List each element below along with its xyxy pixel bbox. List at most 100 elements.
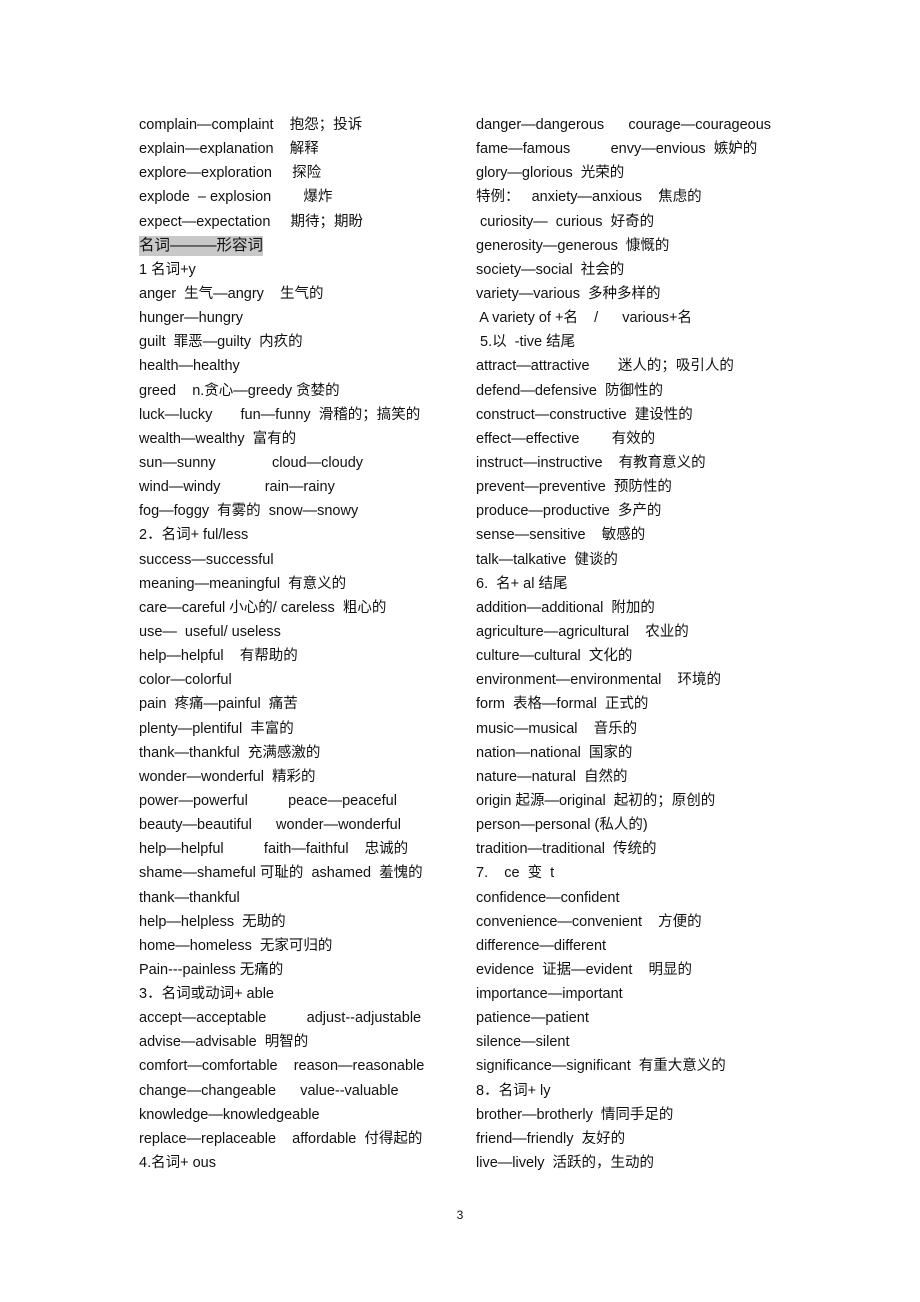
word-line: importance—important: [476, 982, 816, 1006]
word-line: 1 名词+y: [139, 258, 469, 282]
word-line: thank—thankful 充满感激的: [139, 741, 469, 765]
word-line: use— useful/ useless: [139, 620, 469, 644]
word-line: patience—patient: [476, 1006, 816, 1030]
word-line: attract—attractive 迷人的；吸引人的: [476, 354, 816, 378]
line-text: home—homeless 无家可归的: [139, 937, 333, 954]
line-text: sun—sunny cloud—cloudy: [139, 454, 364, 471]
word-line: 特例： anxiety—anxious 焦虑的: [476, 185, 816, 209]
word-line: origin 起源—original 起初的；原创的: [476, 789, 816, 813]
line-text: confidence—confident: [476, 889, 620, 906]
word-line: prevent—preventive 预防性的: [476, 475, 816, 499]
word-line: talk—talkative 健谈的: [476, 548, 816, 572]
word-line: difference—different: [476, 934, 816, 958]
line-text: health—healthy: [139, 358, 240, 375]
word-line: expect—expectation 期待；期盼: [139, 210, 469, 234]
word-line: convenience—convenient 方便的: [476, 910, 816, 934]
line-text: music—musical 音乐的: [476, 720, 638, 737]
word-line: 7. ce 变 t: [476, 861, 816, 885]
line-text: importance—important: [476, 986, 623, 1003]
line-text: 特例： anxiety—anxious 焦虑的: [476, 189, 702, 206]
line-text: person—personal (私人的): [476, 817, 648, 834]
word-line: fame—famous envy—envious 嫉妒的: [476, 137, 816, 161]
line-text: prevent—preventive 预防性的: [476, 479, 672, 496]
word-line: fog—foggy 有雾的 snow—snowy: [139, 499, 469, 523]
line-text: use— useful/ useless: [139, 623, 281, 640]
word-line: person—personal (私人的): [476, 813, 816, 837]
line-text: patience—patient: [476, 1010, 589, 1027]
line-text: shame—shameful 可耻的 ashamed 羞愧的: [139, 865, 423, 882]
line-text: 5.以 -tive 结尾: [476, 334, 576, 351]
word-line: wind—windy rain—rainy: [139, 475, 469, 499]
line-text: 1 名词+y: [139, 261, 196, 278]
word-line: produce—productive 多产的: [476, 499, 816, 523]
word-line: comfort—comfortable reason—reasonable: [139, 1054, 469, 1078]
highlighted-heading-text: 名词———形容词: [139, 235, 264, 256]
word-line: 6. 名+ al 结尾: [476, 572, 816, 596]
word-line: agriculture—agricultural 农业的: [476, 620, 816, 644]
line-text: anger 生气—angry 生气的: [139, 285, 324, 302]
line-text: evidence 证据—evident 明显的: [476, 961, 692, 978]
line-text: expect—expectation 期待；期盼: [139, 213, 364, 230]
word-line: environment—environmental 环境的: [476, 668, 816, 692]
line-text: significance—significant 有重大意义的: [476, 1058, 726, 1075]
line-text: plenty—plentiful 丰富的: [139, 720, 294, 737]
line-text: tradition—traditional 传统的: [476, 841, 657, 858]
line-text: fog—foggy 有雾的 snow—snowy: [139, 503, 359, 520]
word-line: form 表格—formal 正式的: [476, 692, 816, 716]
word-line: A variety of +名 / various+名: [476, 306, 816, 330]
line-text: guilt 罪恶—guilty 内疚的: [139, 334, 303, 351]
line-text: power—powerful peace—peaceful: [139, 792, 397, 809]
word-line: nation—national 国家的: [476, 741, 816, 765]
line-text: comfort—comfortable reason—reasonable: [139, 1058, 425, 1075]
line-text: Pain---painless 无痛的: [139, 961, 284, 978]
line-text: help—helpful 有帮助的: [139, 648, 298, 665]
word-line: construct—constructive 建设性的: [476, 403, 816, 427]
word-line: accept—acceptable adjust--adjustable: [139, 1006, 469, 1030]
line-text: instruct—instructive 有教育意义的: [476, 454, 706, 471]
word-line: wonder—wonderful 精彩的: [139, 765, 469, 789]
line-text: generosity—generous 慷慨的: [476, 237, 670, 254]
word-line: 8．名词+ ly: [476, 1079, 816, 1103]
word-line: pain 疼痛—painful 痛苦: [139, 692, 469, 716]
word-line: meaning—meaningful 有意义的: [139, 572, 469, 596]
word-line: help—helpful 有帮助的: [139, 644, 469, 668]
word-line: health—healthy: [139, 354, 469, 378]
word-line: silence—silent: [476, 1030, 816, 1054]
line-text: replace—replaceable affordable 付得起的: [139, 1130, 423, 1147]
word-line: explore—exploration 探险: [139, 161, 469, 185]
line-text: advise—advisable 明智的: [139, 1034, 309, 1051]
word-line: sense—sensitive 敏感的: [476, 523, 816, 547]
section-heading: 名词———形容词: [139, 234, 469, 258]
word-line: danger—dangerous courage—courageous: [476, 113, 816, 137]
word-line: instruct—instructive 有教育意义的: [476, 451, 816, 475]
line-text: produce—productive 多产的: [476, 503, 662, 520]
line-text: attract—attractive 迷人的；吸引人的: [476, 358, 734, 375]
word-line: luck—lucky fun—funny 滑稽的；搞笑的: [139, 403, 469, 427]
line-text: 2．名词+ ful/less: [139, 527, 249, 544]
word-line: defend—defensive 防御性的: [476, 379, 816, 403]
word-line: explain—explanation 解释: [139, 137, 469, 161]
line-text: complain—complaint 抱怨；投诉: [139, 117, 363, 133]
line-text: explain—explanation 解释: [139, 141, 319, 158]
line-text: variety—various 多种多样的: [476, 285, 661, 302]
line-text: sense—sensitive 敏感的: [476, 527, 646, 544]
word-line: friend—friendly 友好的: [476, 1127, 816, 1151]
line-text: color—colorful: [139, 672, 232, 689]
line-text: form 表格—formal 正式的: [476, 696, 649, 713]
line-text: explore—exploration 探险: [139, 165, 322, 182]
line-text: explode – explosion 爆炸: [139, 189, 333, 206]
word-line: 4.名词+ ous: [139, 1151, 469, 1175]
word-line: evidence 证据—evident 明显的: [476, 958, 816, 982]
word-line: hunger—hungry: [139, 306, 469, 330]
line-text: defend—defensive 防御性的: [476, 382, 663, 399]
line-text: wind—windy rain—rainy: [139, 479, 335, 496]
line-text: agriculture—agricultural 农业的: [476, 623, 689, 640]
line-text: addition—additional 附加的: [476, 599, 655, 616]
line-text: glory—glorious 光荣的: [476, 165, 625, 182]
word-line: knowledge—knowledgeable: [139, 1103, 469, 1127]
line-text: brother—brotherly 情同手足的: [476, 1106, 674, 1123]
word-line: 3．名词或动词+ able: [139, 982, 469, 1006]
word-line: sun—sunny cloud—cloudy: [139, 451, 469, 475]
line-text: convenience—convenient 方便的: [476, 913, 702, 930]
left-column: complain—complaint 抱怨；投诉 explain—explanat…: [139, 113, 469, 1175]
